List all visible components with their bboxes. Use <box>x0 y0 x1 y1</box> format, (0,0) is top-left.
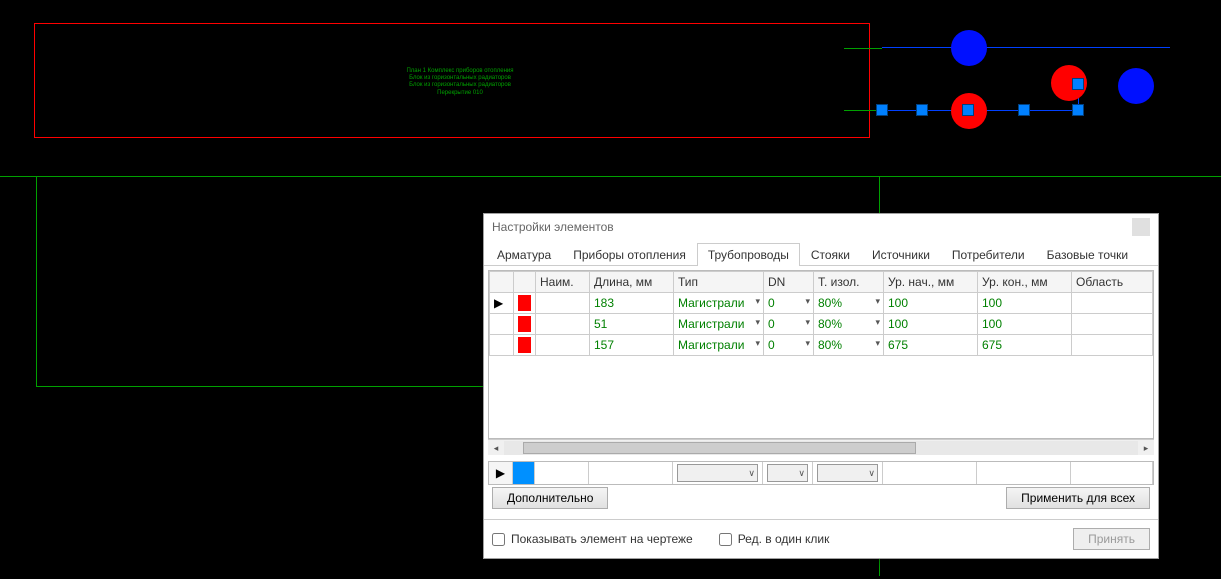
dialog-title: Настройки элементов <box>492 220 614 234</box>
row-color[interactable] <box>514 314 536 335</box>
cell-iso[interactable]: 80% <box>814 335 884 356</box>
show-on-drawing-label: Показывать элемент на чертеже <box>511 532 693 546</box>
editor-marker: ▶ <box>489 462 513 484</box>
cell-name[interactable] <box>536 293 590 314</box>
grid-empty-area <box>489 356 1153 439</box>
col-level-start[interactable]: Ур. нач., мм <box>884 272 978 293</box>
editor-level-start-cell[interactable] <box>883 462 977 484</box>
grip-handle[interactable] <box>962 104 974 116</box>
cell-length[interactable]: 51 <box>590 314 674 335</box>
scroll-right-icon[interactable]: ▸ <box>1138 440 1154 456</box>
horizontal-scrollbar[interactable]: ◂ ▸ <box>488 439 1154 455</box>
col-type[interactable]: Тип <box>674 272 764 293</box>
table-row[interactable]: 157Магистрали080%675675 <box>490 335 1153 356</box>
editor-row: ▶ <box>488 461 1154 485</box>
cell-name[interactable] <box>536 314 590 335</box>
grip-handle[interactable] <box>1072 104 1084 116</box>
cell-length[interactable]: 183 <box>590 293 674 314</box>
show-on-drawing-input[interactable] <box>492 533 505 546</box>
cell-type[interactable]: Магистрали <box>674 293 764 314</box>
scroll-track[interactable] <box>504 441 1138 455</box>
show-on-drawing-checkbox[interactable]: Показывать элемент на чертеже <box>492 532 693 546</box>
pipe-stub <box>844 48 882 49</box>
tab-risers[interactable]: Стояки <box>800 243 861 266</box>
accept-button[interactable]: Принять <box>1073 528 1150 550</box>
editor-length-cell[interactable] <box>589 462 673 484</box>
more-button[interactable]: Дополнительно <box>492 487 608 509</box>
cell-dn[interactable]: 0 <box>764 314 814 335</box>
one-click-edit-checkbox[interactable]: Ред. в один клик <box>719 532 830 546</box>
cell-area[interactable] <box>1072 335 1153 356</box>
cell-level-start[interactable]: 100 <box>884 293 978 314</box>
dialog-footer: Показывать элемент на чертеже Ред. в оди… <box>484 519 1158 558</box>
table-row[interactable]: 51Магистрали080%100100 <box>490 314 1153 335</box>
row-color[interactable] <box>514 293 536 314</box>
scroll-thumb[interactable] <box>523 442 916 454</box>
data-grid[interactable]: Наим. Длина, мм Тип DN Т. изол. Ур. нач.… <box>488 270 1154 439</box>
cell-dn[interactable]: 0 <box>764 335 814 356</box>
cell-level-start[interactable]: 100 <box>884 314 978 335</box>
tab-consumers[interactable]: Потребители <box>941 243 1036 266</box>
tab-base-points[interactable]: Базовые точки <box>1036 243 1139 266</box>
row-marker: ▶ <box>490 293 514 314</box>
grid-line <box>36 386 484 387</box>
drawing-annotation: План 1 Комплекс приборов отопления Блок … <box>405 68 515 97</box>
tab-pipelines[interactable]: Трубопроводы <box>697 243 800 266</box>
node-blue[interactable] <box>951 30 987 66</box>
cell-dn[interactable]: 0 <box>764 293 814 314</box>
col-marker[interactable] <box>490 272 514 293</box>
cell-iso[interactable]: 80% <box>814 293 884 314</box>
cell-name[interactable] <box>536 335 590 356</box>
cell-length[interactable]: 157 <box>590 335 674 356</box>
col-area[interactable]: Область <box>1072 272 1153 293</box>
cell-level-end[interactable]: 100 <box>978 314 1072 335</box>
editor-type-combo[interactable] <box>677 464 758 482</box>
close-icon[interactable] <box>1132 218 1150 236</box>
one-click-edit-input[interactable] <box>719 533 732 546</box>
dialog-titlebar[interactable]: Настройки элементов <box>484 214 1158 240</box>
table-row[interactable]: ▶183Магистрали080%100100 <box>490 293 1153 314</box>
col-level-end[interactable]: Ур. кон., мм <box>978 272 1072 293</box>
tab-heating-devices[interactable]: Приборы отопления <box>562 243 697 266</box>
col-iso[interactable]: Т. изол. <box>814 272 884 293</box>
grid-line <box>0 176 1221 177</box>
grip-handle[interactable] <box>876 104 888 116</box>
cell-type[interactable]: Магистрали <box>674 335 764 356</box>
col-name[interactable]: Наим. <box>536 272 590 293</box>
cell-type[interactable]: Магистрали <box>674 314 764 335</box>
col-dn[interactable]: DN <box>764 272 814 293</box>
col-length[interactable]: Длина, мм <box>590 272 674 293</box>
node-blue[interactable] <box>1118 68 1154 104</box>
scroll-left-icon[interactable]: ◂ <box>488 440 504 456</box>
col-color[interactable] <box>514 272 536 293</box>
editor-iso-combo[interactable] <box>817 464 878 482</box>
cell-level-end[interactable]: 675 <box>978 335 1072 356</box>
row-color[interactable] <box>514 335 536 356</box>
editor-name-cell[interactable] <box>535 462 589 484</box>
cell-level-end[interactable]: 100 <box>978 293 1072 314</box>
grip-handle[interactable] <box>1072 78 1084 90</box>
cell-iso[interactable]: 80% <box>814 314 884 335</box>
tab-armatura[interactable]: Арматура <box>486 243 562 266</box>
cell-area[interactable] <box>1072 293 1153 314</box>
grid-line <box>36 176 37 386</box>
grip-handle[interactable] <box>916 104 928 116</box>
editor-color-swatch[interactable] <box>513 462 534 484</box>
cell-area[interactable] <box>1072 314 1153 335</box>
row-marker <box>490 314 514 335</box>
row-marker <box>490 335 514 356</box>
cell-level-start[interactable]: 675 <box>884 335 978 356</box>
element-settings-dialog: Настройки элементов Арматура Приборы ото… <box>483 213 1159 559</box>
grid-header-row: Наим. Длина, мм Тип DN Т. изол. Ур. нач.… <box>490 272 1153 293</box>
editor-level-end-cell[interactable] <box>977 462 1071 484</box>
tab-sources[interactable]: Источники <box>861 243 941 266</box>
apply-all-button[interactable]: Применить для всех <box>1006 487 1150 509</box>
pipe-line <box>882 47 1170 48</box>
one-click-edit-label: Ред. в один клик <box>738 532 830 546</box>
editor-area-cell[interactable] <box>1071 462 1153 484</box>
editor-dn-combo[interactable] <box>767 464 808 482</box>
grip-handle[interactable] <box>1018 104 1030 116</box>
tab-strip: Арматура Приборы отопления Трубопроводы … <box>484 240 1158 266</box>
